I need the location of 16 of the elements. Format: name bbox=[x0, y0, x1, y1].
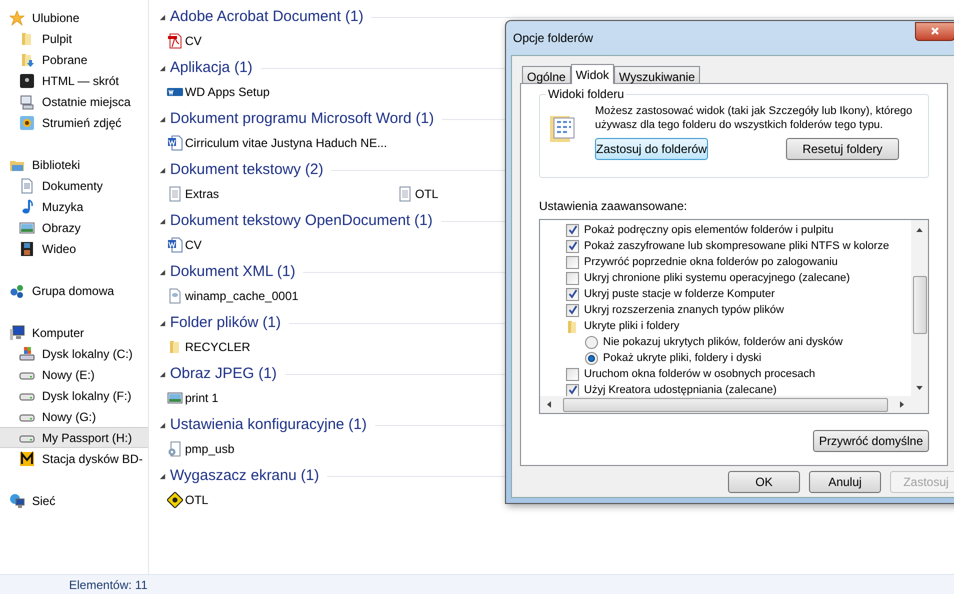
setting-label: Uruchom okna folderów w osobnych procesach bbox=[584, 366, 816, 382]
setting-label: Nie pokazuj ukrytych plików, folderów ani dysków bbox=[603, 334, 843, 350]
setting-label: Ukryte pliki i foldery bbox=[584, 318, 680, 334]
description-text: Możesz zastosować widok (taki jak Szczegóły lub Ikony), którego używasz dla tego folderu do wszystkich folderów tego typu. bbox=[595, 104, 914, 132]
setting-label: Ukryj chronione pliki systemu operacyjnego (zalecane) bbox=[584, 270, 850, 286]
setting-label: Przywróć poprzednie okna folderów po zalogowaniu bbox=[584, 254, 838, 270]
setting-label: Użyj Kreatora udostępniania (zalecane) bbox=[584, 382, 777, 396]
advanced-settings-label: Ustawienia zaawansowane: bbox=[539, 198, 688, 215]
setting-label: Ukryj rozszerzenia znanych typów plików bbox=[584, 302, 784, 318]
setting-label: Pokaż zaszyfrowane lub skompresowane pliki NTFS w kolorze bbox=[584, 238, 890, 254]
setting-label: Pokaż ukryte pliki, foldery i dyski bbox=[603, 350, 762, 366]
item-count: Elementów: 11 bbox=[69, 576, 148, 594]
group-legend: Widoki folderu bbox=[546, 87, 626, 101]
setting-label: Ukryj puste stacje w folderze Komputer bbox=[584, 286, 775, 302]
window-title: Opcje folderów bbox=[512, 30, 594, 47]
setting-label: Pokaż podręczny opis elementów folderów i pulpitu bbox=[584, 222, 834, 238]
